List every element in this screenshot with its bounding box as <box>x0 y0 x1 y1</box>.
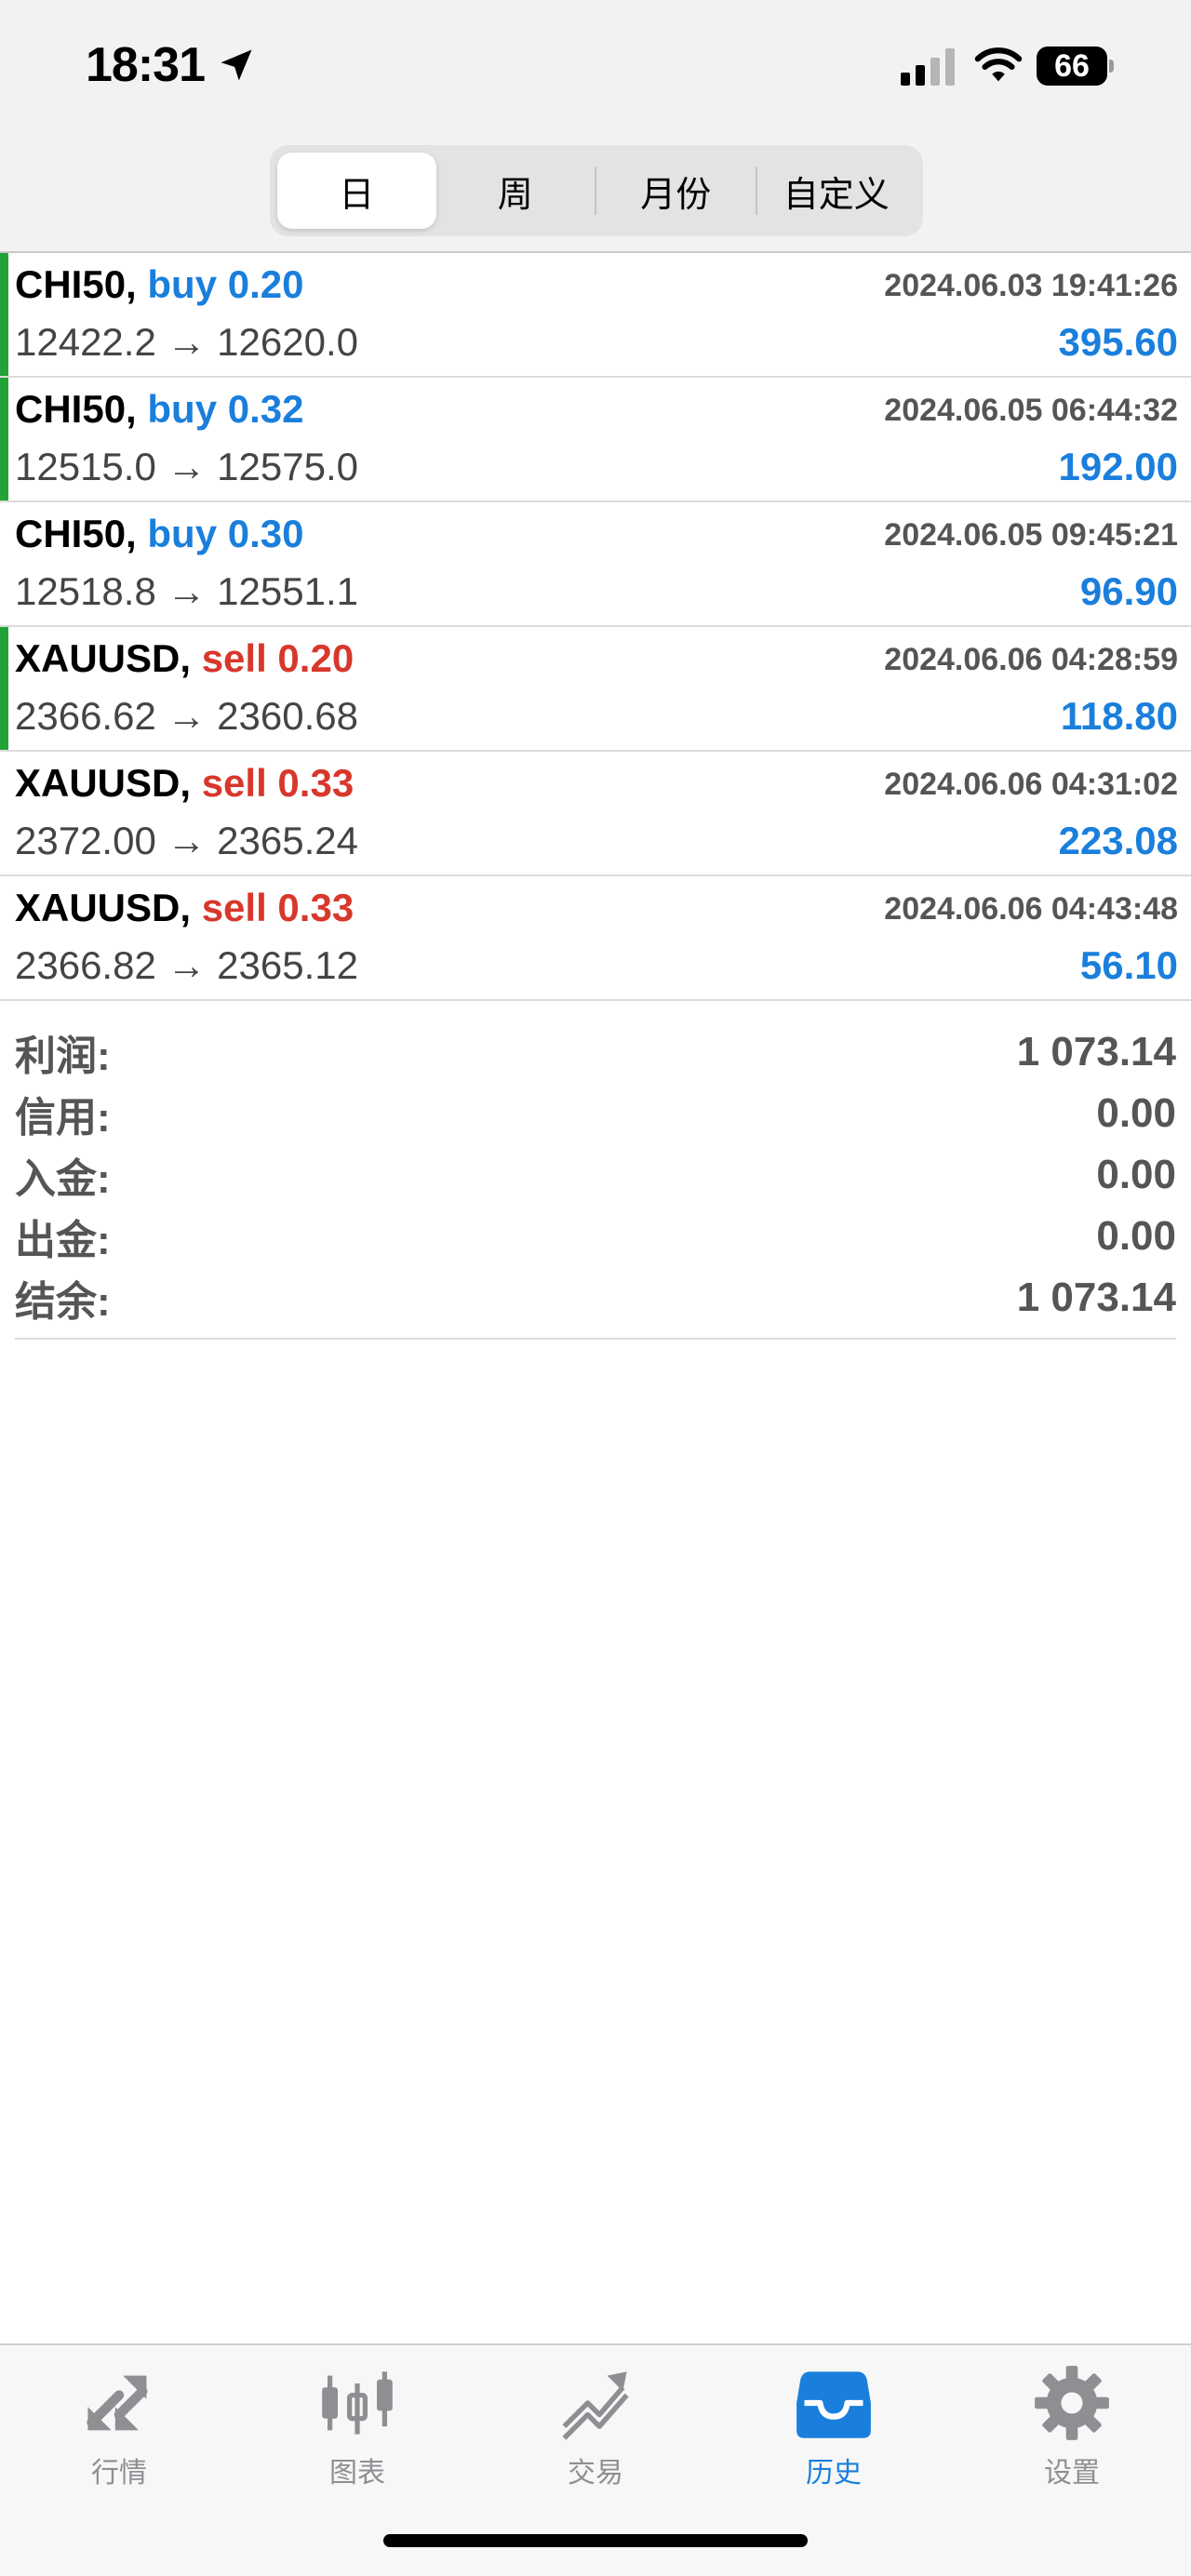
trade-time: 2024.06.05 09:45:21 <box>884 517 1178 553</box>
summary-value: 0.00 <box>1096 1152 1176 1197</box>
trade-time: 2024.06.06 04:31:02 <box>884 767 1178 802</box>
battery-tip <box>1109 60 1114 73</box>
tab-trade[interactable]: 交易 <box>521 2364 670 2503</box>
battery-indicator: 66 <box>1037 47 1114 86</box>
trade-row[interactable]: XAUUSD, sell 0.33 2024.06.06 04:31:02 23… <box>0 752 1191 876</box>
trade-symbol: CHI50, <box>15 387 137 431</box>
summary-label: 入金: <box>15 1156 111 1202</box>
segment-day[interactable]: 日 <box>277 153 436 229</box>
trade-profit: 56.10 <box>1079 943 1178 987</box>
trade-time: 2024.06.06 04:43:48 <box>884 891 1178 927</box>
summary-row-balance: 结余: 1 073.14 <box>15 1267 1176 1328</box>
battery-level: 66 <box>1037 47 1107 86</box>
trade-history-list: CHI50, buy 0.20 2024.06.03 19:41:26 1242… <box>0 253 1191 1001</box>
trade-prices: 12518.8 → 12551.1 <box>15 569 358 613</box>
trade-title: CHI50, buy 0.30 <box>15 512 303 556</box>
wifi-icon <box>974 47 1023 82</box>
home-indicator <box>383 2534 808 2547</box>
status-time: 18:31 <box>86 38 206 92</box>
account-summary: 利润: 1 073.14 信用: 0.00 入金: 0.00 出金: 0.00 … <box>15 1018 1176 1340</box>
summary-label: 出金: <box>15 1218 111 1263</box>
trade-symbol: CHI50, <box>15 512 137 555</box>
trade-symbol: XAUUSD, <box>15 886 192 929</box>
trade-symbol: CHI50, <box>15 262 137 306</box>
summary-value: 1 073.14 <box>1016 1029 1176 1074</box>
trade-time: 2024.06.05 06:44:32 <box>884 393 1178 428</box>
segment-month[interactable]: 月份 <box>596 153 756 229</box>
summary-value: 0.00 <box>1096 1213 1176 1259</box>
trade-symbol: XAUUSD, <box>15 636 192 680</box>
tab-label: 图表 <box>329 2458 385 2489</box>
summary-label: 利润: <box>15 1034 111 1079</box>
trade-accent-bar <box>0 378 8 501</box>
tab-label: 行情 <box>91 2458 147 2489</box>
trade-side: sell 0.33 <box>201 886 355 929</box>
tab-chart[interactable]: 图表 <box>283 2364 432 2503</box>
trade-side: buy 0.20 <box>147 262 304 306</box>
summary-value: 1 073.14 <box>1016 1275 1176 1320</box>
trade-row[interactable]: XAUUSD, sell 0.20 2024.06.06 04:28:59 23… <box>0 627 1191 752</box>
trade-title: XAUUSD, sell 0.33 <box>15 761 354 806</box>
quotes-icon <box>87 2375 148 2431</box>
trade-side: sell 0.33 <box>201 761 355 805</box>
segment-custom[interactable]: 自定义 <box>757 153 917 229</box>
status-bar: 18:31 66 <box>0 0 1191 130</box>
summary-row-profit: 利润: 1 073.14 <box>15 1021 1176 1083</box>
location-arrow-icon <box>221 49 252 81</box>
trade-row[interactable]: CHI50, buy 0.32 2024.06.05 06:44:32 1251… <box>0 378 1191 502</box>
trade-title: CHI50, buy 0.32 <box>15 387 303 432</box>
trade-title: XAUUSD, sell 0.33 <box>15 886 354 930</box>
tab-label: 历史 <box>806 2458 862 2489</box>
trade-prices: 2366.62 → 2360.68 <box>15 694 358 738</box>
cellular-signal-icon <box>901 48 955 86</box>
trade-side: sell 0.20 <box>201 636 355 680</box>
tab-quotes[interactable]: 行情 <box>45 2364 194 2503</box>
trade-profit: 96.90 <box>1079 569 1178 613</box>
trade-prices: 12422.2 → 12620.0 <box>15 320 358 364</box>
trade-profit: 118.80 <box>1060 694 1178 738</box>
summary-value: 0.00 <box>1096 1090 1176 1136</box>
tab-settings[interactable]: 设置 <box>997 2364 1146 2503</box>
history-icon <box>796 2371 871 2438</box>
summary-label: 结余: <box>15 1279 111 1325</box>
tab-history[interactable]: 历史 <box>759 2364 908 2503</box>
trade-title: CHI50, buy 0.20 <box>15 262 303 307</box>
trade-prices: 12515.0 → 12575.0 <box>15 445 358 488</box>
trade-icon <box>562 2371 629 2440</box>
trade-accent-bar <box>0 253 8 376</box>
chart-icon <box>322 2371 393 2435</box>
trade-prices: 2372.00 → 2365.24 <box>15 819 358 862</box>
trade-time: 2024.06.03 19:41:26 <box>884 268 1178 303</box>
header-area: 18:31 66 日 周 月份 自定义 <box>0 0 1191 253</box>
trade-profit: 192.00 <box>1058 445 1178 488</box>
segment-week[interactable]: 周 <box>436 153 596 229</box>
trade-title: XAUUSD, sell 0.20 <box>15 636 354 681</box>
summary-label: 信用: <box>15 1095 111 1141</box>
tab-label: 交易 <box>568 2458 623 2489</box>
tab-label: 设置 <box>1044 2458 1100 2489</box>
history-screen: 18:31 66 日 周 月份 自定义 CHI50, buy 0.20 2024… <box>0 0 1191 2576</box>
trade-row[interactable]: XAUUSD, sell 0.33 2024.06.06 04:43:48 23… <box>0 876 1191 1001</box>
trade-profit: 395.60 <box>1058 320 1178 364</box>
trade-row[interactable]: CHI50, buy 0.30 2024.06.05 09:45:21 1251… <box>0 502 1191 627</box>
summary-row-deposit: 入金: 0.00 <box>15 1144 1176 1206</box>
summary-row-withdrawal: 出金: 0.00 <box>15 1206 1176 1267</box>
trade-accent-bar <box>0 627 8 750</box>
summary-row-credit: 信用: 0.00 <box>15 1083 1176 1144</box>
trade-time: 2024.06.06 04:28:59 <box>884 642 1178 677</box>
period-segmented-control: 日 周 月份 自定义 <box>270 145 923 236</box>
settings-icon <box>1035 2366 1109 2440</box>
trade-prices: 2366.82 → 2365.12 <box>15 943 358 987</box>
trade-row[interactable]: CHI50, buy 0.20 2024.06.03 19:41:26 1242… <box>0 253 1191 378</box>
trade-profit: 223.08 <box>1058 819 1178 862</box>
trade-side: buy 0.30 <box>147 512 304 555</box>
trade-side: buy 0.32 <box>147 387 304 431</box>
trade-symbol: XAUUSD, <box>15 761 192 805</box>
